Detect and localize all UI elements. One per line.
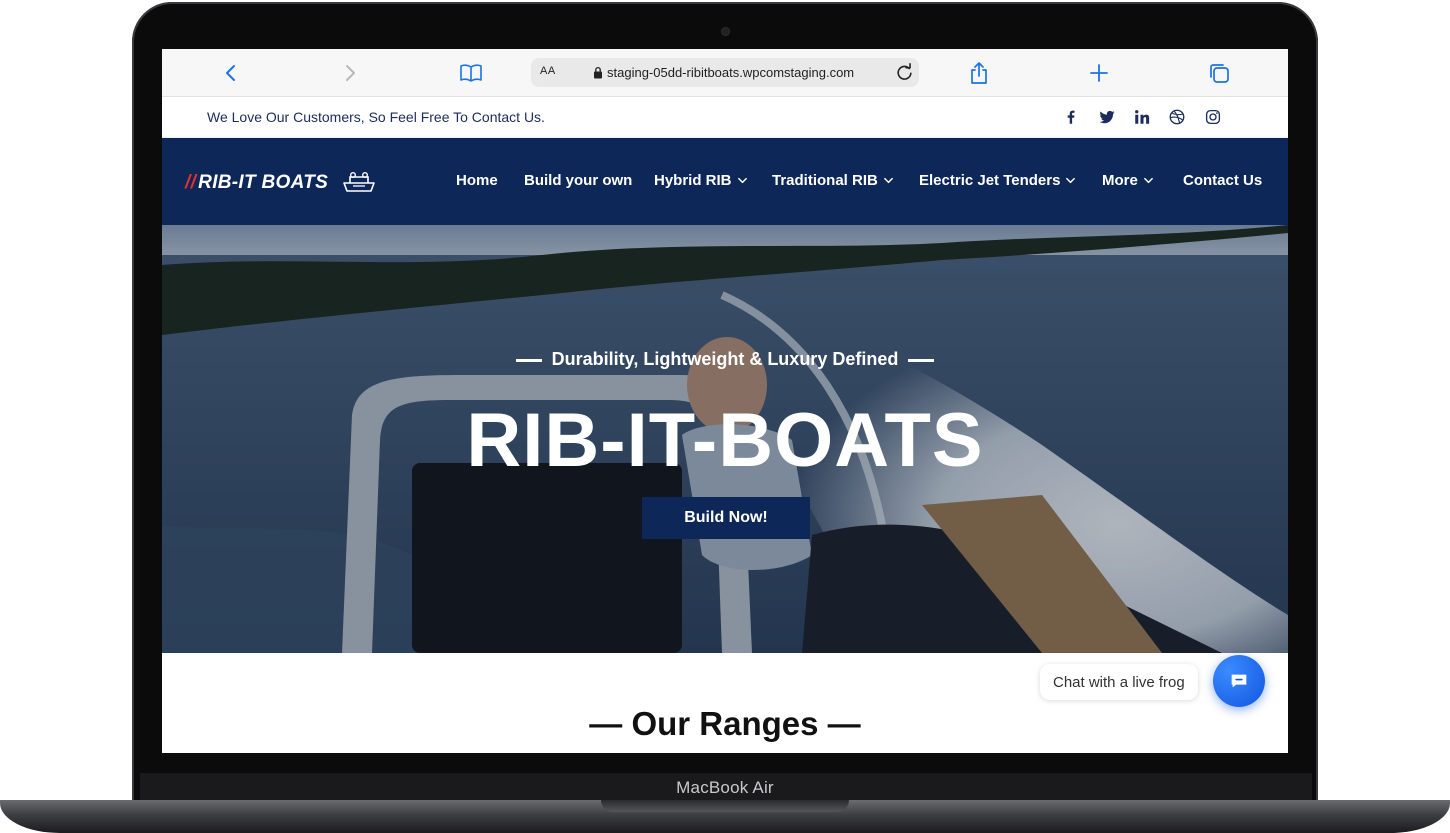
build-now-button[interactable]: Build Now! <box>642 497 810 539</box>
nav-more[interactable]: More <box>1102 172 1154 189</box>
forward-icon[interactable] <box>338 61 362 85</box>
tabs-icon[interactable] <box>1207 61 1231 85</box>
reload-icon[interactable] <box>895 63 914 82</box>
device-model-label: MacBook Air <box>676 778 774 797</box>
contact-tagline: We Love Our Customers, So Feel Free To C… <box>207 109 545 125</box>
browser-toolbar: AA staging-05dd-ribitboats.wpcomstaging.… <box>162 49 1288 97</box>
lock-icon <box>594 66 602 79</box>
nav-electric-jet-tenders-label: Electric Jet Tenders <box>919 172 1061 189</box>
chevron-down-icon <box>883 177 893 184</box>
hero-section: Durability, Lightweight & Luxury Defined… <box>162 225 1288 653</box>
logo-slash: // <box>185 172 197 193</box>
chat-launcher-button[interactable] <box>1213 655 1265 707</box>
nav-home-label: Home <box>456 172 498 189</box>
linkedin-icon[interactable] <box>1133 108 1151 126</box>
nav-traditional-rib-label: Traditional RIB <box>772 172 878 189</box>
nav-build-your-own-label: Build your own <box>524 172 633 189</box>
our-ranges-heading: — Our Ranges — <box>589 705 861 742</box>
chevron-down-icon <box>1066 177 1076 184</box>
url-text: staging-05dd-ribitboats.wpcomstaging.com <box>607 65 855 80</box>
nav-hybrid-rib-label: Hybrid RIB <box>654 172 732 189</box>
logo-text: RIB-IT BOATS <box>198 172 329 193</box>
site-logo[interactable]: // RIB-IT BOATS <box>185 171 376 195</box>
chat-icon <box>1231 674 1247 688</box>
new-tab-icon[interactable] <box>1087 61 1111 85</box>
hero-subtitle-text: Durability, Lightweight & Luxury Defined <box>551 349 899 369</box>
facebook-icon[interactable] <box>1062 108 1080 126</box>
subtitle-dash-left <box>515 358 542 362</box>
subtitle-dash-right <box>908 358 935 362</box>
nav-contact-us-label: Contact Us <box>1183 172 1263 189</box>
nav-build-your-own[interactable]: Build your own <box>524 172 632 189</box>
back-icon[interactable] <box>219 61 243 85</box>
chat-prompt-bubble[interactable]: Chat with a live frog <box>1040 664 1198 700</box>
boat-logo-icon <box>343 172 375 192</box>
reader-aa-button[interactable]: AA <box>540 65 556 77</box>
nav-contact-us[interactable]: Contact Us <box>1183 172 1262 189</box>
nav-electric-jet-tenders[interactable]: Electric Jet Tenders <box>919 172 1076 189</box>
chevron-down-icon <box>737 177 747 184</box>
laptop-hinge-notch <box>601 800 849 812</box>
hero-subtitle: Durability, Lightweight & Luxury Defined <box>162 349 1288 370</box>
share-icon[interactable] <box>967 61 991 85</box>
bookmarks-icon[interactable] <box>459 61 483 85</box>
dribbble-icon[interactable] <box>1168 108 1186 126</box>
instagram-icon[interactable] <box>1204 108 1222 126</box>
nav-home[interactable]: Home <box>456 172 498 189</box>
contact-info-bar: We Love Our Customers, So Feel Free To C… <box>162 97 1288 138</box>
twitter-icon[interactable] <box>1098 108 1116 126</box>
address-bar[interactable]: AA staging-05dd-ribitboats.wpcomstaging.… <box>531 58 919 87</box>
nav-hybrid-rib[interactable]: Hybrid RIB <box>654 172 748 189</box>
chevron-down-icon <box>1143 177 1153 184</box>
nav-more-label: More <box>1102 172 1138 189</box>
main-navbar: // RIB-IT BOATS Home Build your own Hybr… <box>162 138 1288 225</box>
nav-traditional-rib[interactable]: Traditional RIB <box>772 172 894 189</box>
hero-title: RIB-IT-BOATS <box>466 398 984 483</box>
screen: AA staging-05dd-ribitboats.wpcomstaging.… <box>162 49 1288 753</box>
camera-icon <box>722 28 729 35</box>
